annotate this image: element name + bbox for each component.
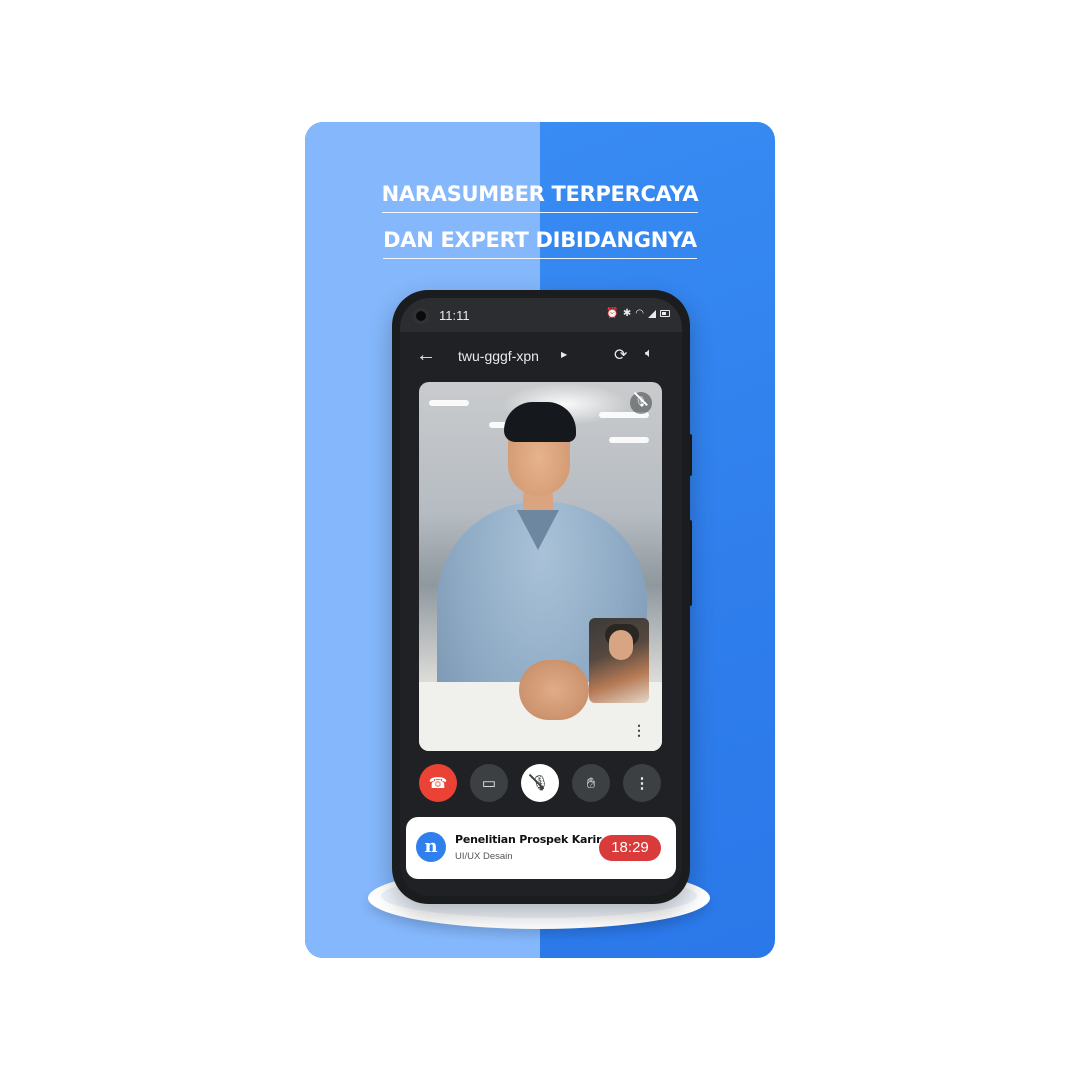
hand-icon: ✋︎	[586, 774, 596, 792]
more-options-button[interactable]: ⋮	[623, 764, 661, 802]
end-call-button[interactable]: ☎︎	[419, 764, 457, 802]
mic-off-indicator-icon: 🎙︎	[630, 392, 652, 414]
brand-logo-icon: n	[416, 832, 446, 862]
phone-mockup: 11:11 ⏰ ✱ ◠ ← twu-gggf-xpn ▶ ⟳ 🔈︎ 🎙︎ ⋮ ☎…	[392, 290, 690, 904]
status-bar: 11:11 ⏰ ✱ ◠	[400, 298, 682, 332]
caret-right-icon[interactable]: ▶	[561, 350, 567, 359]
promo-card: NARASUMBER TERPERCAYA DAN EXPERT DIBIDAN…	[305, 122, 775, 958]
speaker-icon[interactable]: 🔈︎	[645, 345, 653, 361]
arrow-left-icon[interactable]: ←	[416, 344, 436, 367]
call-controls: ☎︎ ▭ 🎙︎ ✋︎ ⋮	[400, 764, 682, 804]
mic-off-icon: 🎙︎	[530, 775, 550, 792]
more-vert-icon: ⋮	[634, 775, 650, 792]
participant-hair	[504, 402, 576, 442]
participant-video[interactable]: 🎙︎ ⋮	[419, 382, 662, 751]
camera-flip-icon[interactable]: ⟳	[614, 345, 627, 365]
meeting-code[interactable]: twu-gggf-xpn	[458, 348, 539, 364]
self-view-video[interactable]	[589, 618, 649, 703]
status-icons: ⏰ ✱ ◠	[606, 308, 670, 319]
alarm-icon: ⏰	[606, 308, 619, 319]
session-timer: 18:29	[599, 835, 661, 861]
front-camera	[412, 307, 430, 325]
signal-icon	[648, 309, 656, 318]
self-face	[609, 630, 633, 660]
headline-line-1: NARASUMBER TERPERCAYA	[305, 182, 775, 213]
ceiling-light	[609, 437, 649, 443]
session-title: Penelitian Prospek Karir	[455, 833, 602, 846]
battery-icon	[660, 310, 670, 317]
phone-hangup-icon: ☎︎	[428, 775, 448, 792]
raise-hand-button[interactable]: ✋︎	[572, 764, 610, 802]
phone-screen: 11:11 ⏰ ✱ ◠ ← twu-gggf-xpn ▶ ⟳ 🔈︎ 🎙︎ ⋮ ☎…	[400, 298, 682, 896]
bluetooth-icon: ✱	[622, 308, 632, 319]
mic-toggle-button[interactable]: 🎙︎	[521, 764, 559, 802]
wifi-icon: ◠	[635, 308, 644, 319]
session-subtitle: UI/UX Desain	[455, 851, 513, 862]
video-camera-icon: ▭	[481, 775, 497, 792]
camera-toggle-button[interactable]: ▭	[470, 764, 508, 802]
headline-line-2: DAN EXPERT DIBIDANGNYA	[305, 228, 775, 259]
tile-more-icon[interactable]: ⋮	[632, 722, 646, 739]
ceiling-light	[429, 400, 469, 406]
meeting-app-bar: ← twu-gggf-xpn ▶ ⟳ 🔈︎	[400, 338, 682, 374]
session-info-card[interactable]: n Penelitian Prospek Karir UI/UX Desain …	[406, 817, 676, 879]
status-time: 11:11	[439, 308, 470, 323]
participant-hands	[519, 660, 589, 720]
